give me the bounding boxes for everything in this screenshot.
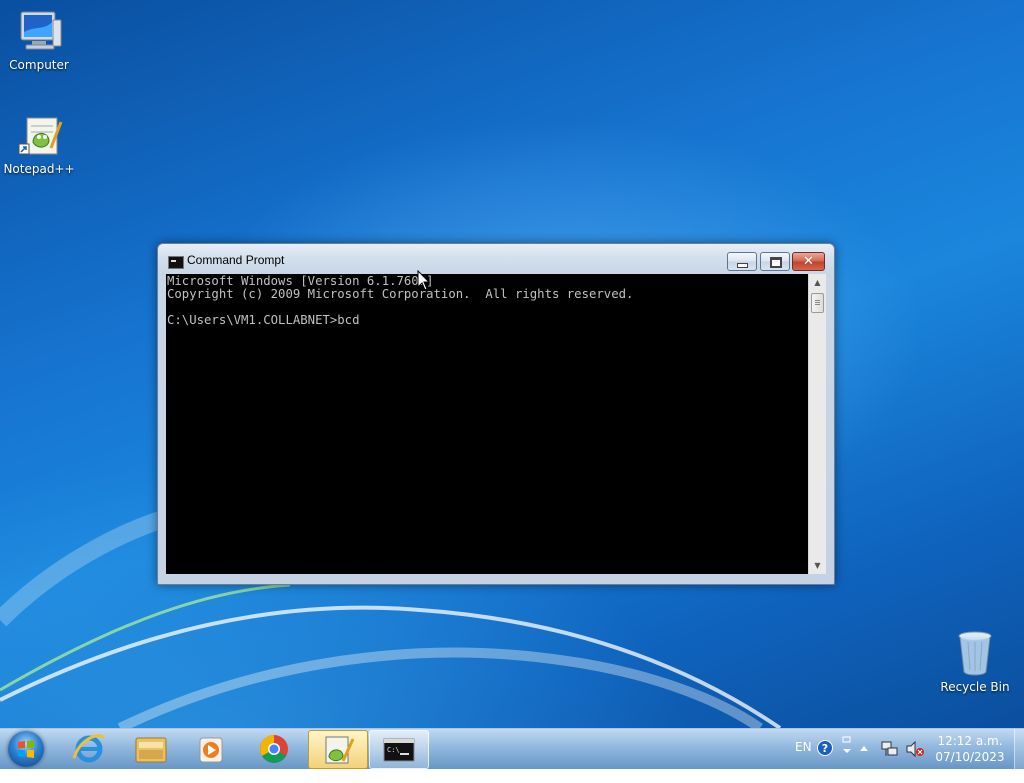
- computer-icon: [15, 8, 63, 56]
- language-bar-options-icon[interactable]: [840, 735, 854, 775]
- desktop-icon-label: Notepad++: [3, 162, 75, 176]
- taskbar: C:\ EN ? 12:12 a.m. 07/10/2023: [0, 728, 1024, 769]
- console-line: [166, 300, 808, 313]
- desktop: Computer Notepad++ Recycle Bin Command P…: [0, 0, 1024, 728]
- recycle-bin-icon: [951, 630, 999, 678]
- svg-text:C:\: C:\: [387, 746, 400, 754]
- scrollbar-thumb[interactable]: [811, 293, 824, 313]
- clock-date: 07/10/2023: [935, 750, 1005, 764]
- system-clock[interactable]: 12:12 a.m. 07/10/2023: [930, 733, 1010, 765]
- clock-time: 12:12 a.m.: [937, 734, 1003, 748]
- minimize-button[interactable]: [727, 252, 757, 271]
- network-icon[interactable]: [880, 739, 900, 779]
- command-prompt-icon: C:\: [383, 738, 415, 762]
- taskbar-command-prompt[interactable]: C:\: [369, 730, 429, 769]
- mouse-cursor-icon: [417, 270, 431, 291]
- command-prompt-window[interactable]: Command Prompt ✕ Microsoft Windows [Vers…: [157, 243, 835, 585]
- media-player-icon: [199, 737, 223, 763]
- scroll-down-arrow-icon[interactable]: ▼: [809, 557, 826, 574]
- volume-muted-icon[interactable]: [905, 739, 925, 779]
- chrome-icon: [260, 735, 288, 763]
- window-title: Command Prompt: [187, 253, 285, 267]
- notepad-plus-plus-icon: [15, 112, 63, 160]
- close-icon: ✕: [803, 254, 814, 269]
- taskbar-file-explorer[interactable]: [122, 730, 180, 767]
- console-output[interactable]: Microsoft Windows [Version 6.1.7601] Cop…: [166, 274, 808, 574]
- command-prompt-icon: [168, 256, 184, 269]
- desktop-icon-notepad-plus-plus[interactable]: Notepad++: [0, 112, 79, 176]
- svg-text:?: ?: [822, 742, 828, 755]
- maximize-button[interactable]: [760, 252, 790, 271]
- desktop-icon-computer[interactable]: Computer: [0, 8, 79, 72]
- help-icon[interactable]: ?: [816, 739, 834, 779]
- show-desktop-button[interactable]: [1014, 729, 1024, 769]
- vertical-scrollbar[interactable]: ▲ ▼: [808, 274, 826, 574]
- taskbar-internet-explorer[interactable]: [60, 730, 118, 767]
- desktop-icon-label: Computer: [9, 58, 69, 72]
- maximize-icon: [770, 257, 782, 268]
- taskbar-chrome[interactable]: [245, 730, 303, 767]
- console-line: Microsoft Windows [Version 6.1.7601]: [167, 274, 434, 288]
- taskbar-notepad-plus-plus[interactable]: [308, 730, 368, 769]
- minimize-icon: [737, 263, 748, 268]
- close-button[interactable]: ✕: [792, 252, 825, 271]
- notepad-plus-plus-icon: [325, 736, 355, 764]
- desktop-icon-recycle-bin[interactable]: Recycle Bin: [935, 630, 1015, 694]
- window-titlebar[interactable]: Command Prompt ✕: [158, 244, 834, 274]
- desktop-icon-label: Recycle Bin: [940, 680, 1010, 694]
- internet-explorer-icon: [72, 734, 106, 763]
- show-hidden-icons-icon[interactable]: [858, 743, 870, 783]
- language-indicator[interactable]: EN: [795, 740, 812, 780]
- console-line: Copyright (c) 2009 Microsoft Corporation…: [167, 287, 634, 301]
- file-explorer-icon: [135, 737, 167, 763]
- console-prompt-line: C:\Users\VM1.COLLABNET>bcd: [167, 313, 360, 327]
- taskbar-media-player[interactable]: [183, 730, 241, 767]
- start-button[interactable]: [8, 731, 44, 767]
- scroll-up-arrow-icon[interactable]: ▲: [809, 274, 826, 291]
- windows-logo-icon: [18, 740, 34, 758]
